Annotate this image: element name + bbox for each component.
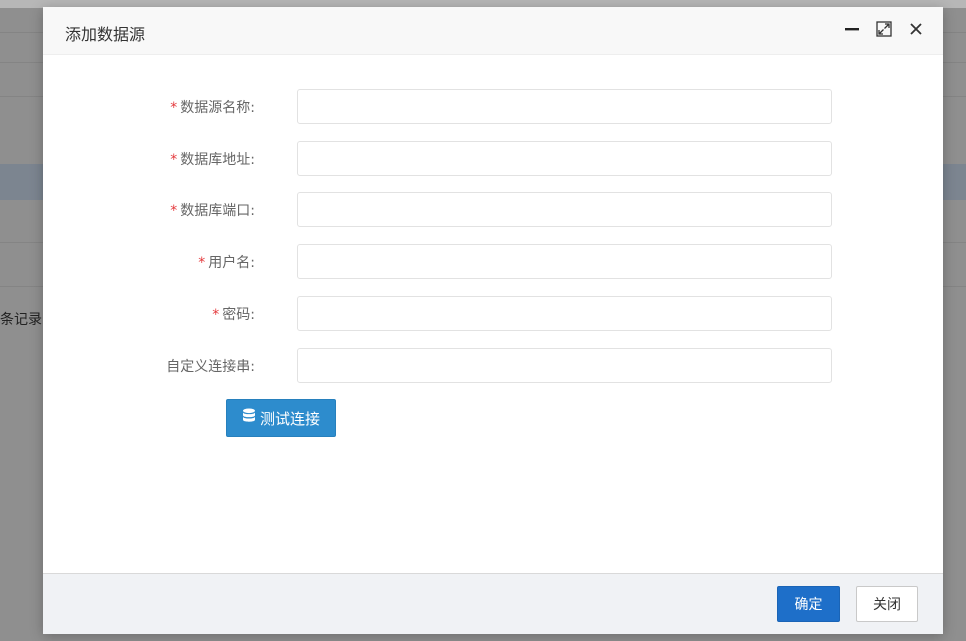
field-label-datasource-name: * 数据源名称: [170, 100, 255, 116]
field-label-password: * 密码: [212, 307, 255, 323]
username-input[interactable] [297, 244, 832, 279]
required-mark: * [212, 307, 220, 323]
dialog-body: * 数据源名称: * 数据库地址: * 数据库端口: * 用户名: * 密码: 自定义连接… [43, 55, 943, 573]
confirm-button[interactable]: 确定 [777, 586, 840, 622]
required-mark: * [170, 100, 178, 116]
database-icon [242, 408, 256, 428]
required-mark: * [170, 203, 178, 219]
field-row-db-address: * 数据库地址: [43, 141, 943, 176]
dialog-footer: 确定 关闭 [43, 573, 943, 634]
close-icon[interactable] [907, 20, 925, 38]
required-mark: * [170, 152, 178, 168]
dialog-header: 添加数据源 [43, 7, 943, 55]
field-row-db-port: * 数据库端口: [43, 192, 943, 227]
field-label-db-address: * 数据库地址: [170, 152, 255, 168]
minimize-icon[interactable] [843, 20, 861, 38]
background-record-count: 条记录 [0, 312, 42, 328]
field-row-connection-string: 自定义连接串: [43, 348, 943, 383]
db-address-input[interactable] [297, 141, 832, 176]
db-port-input[interactable] [297, 192, 832, 227]
datasource-name-input[interactable] [297, 89, 832, 124]
field-row-username: * 用户名: [43, 244, 943, 279]
maximize-icon[interactable] [875, 20, 893, 38]
add-datasource-dialog: 添加数据源 * 数据源名称: * 数据库地址: * 数据库端口: * 用户名: … [43, 7, 943, 634]
dialog-title: 添加数据源 [65, 25, 146, 44]
password-input[interactable] [297, 296, 832, 331]
test-connection-label: 测试连接 [259, 409, 320, 428]
field-row-password: * 密码: [43, 296, 943, 331]
close-button[interactable]: 关闭 [856, 586, 918, 622]
required-mark: * [198, 255, 206, 271]
connection-string-input[interactable] [297, 348, 832, 383]
field-label-connection-string: 自定义连接串: [166, 359, 255, 375]
field-label-username: * 用户名: [198, 255, 255, 271]
dialog-window-controls [843, 20, 925, 38]
test-connection-button[interactable]: 测试连接 [226, 399, 336, 437]
field-label-db-port: * 数据库端口: [170, 203, 255, 219]
field-row-datasource-name: * 数据源名称: [43, 89, 943, 124]
